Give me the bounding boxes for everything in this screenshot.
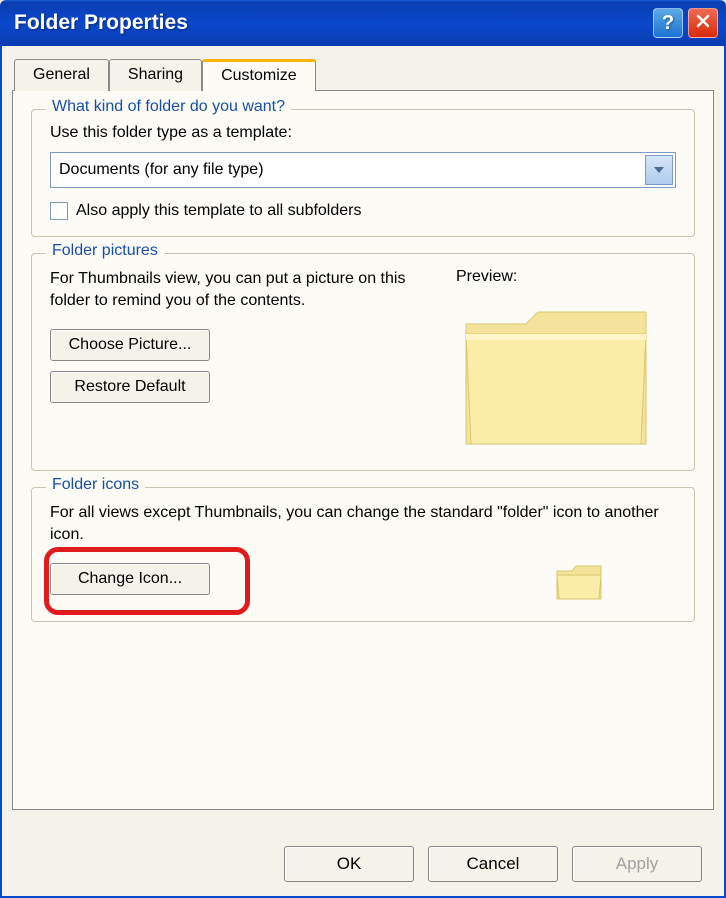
subfolders-checkbox-label: Also apply this template to all subfolde… — [76, 202, 361, 220]
subfolders-checkbox-row: Also apply this template to all subfolde… — [50, 202, 676, 220]
footer-buttons: OK Cancel Apply — [284, 846, 702, 882]
help-button[interactable]: ? — [653, 8, 683, 38]
template-label: Use this folder type as a template: — [50, 124, 676, 142]
folder-small-icon — [554, 561, 604, 603]
choose-picture-button[interactable]: Choose Picture... — [50, 329, 210, 361]
group-folder-type-legend: What kind of folder do you want? — [46, 98, 291, 116]
group-folder-type: What kind of folder do you want? Use thi… — [31, 109, 695, 237]
folder-preview-icon — [456, 294, 656, 454]
tab-strip: General Sharing Customize — [14, 58, 714, 90]
restore-default-button[interactable]: Restore Default — [50, 371, 210, 403]
subfolders-checkbox[interactable] — [50, 202, 68, 220]
group-folder-icons: Folder icons For all views except Thumbn… — [31, 487, 695, 622]
preview-label: Preview: — [456, 268, 676, 286]
dialog-body: General Sharing Customize What kind of f… — [0, 46, 726, 898]
pictures-description: For Thumbnails view, you can put a pictu… — [50, 268, 436, 311]
tab-general[interactable]: General — [14, 59, 109, 91]
tab-customize[interactable]: Customize — [202, 59, 316, 91]
help-icon: ? — [662, 12, 674, 35]
group-icons-legend: Folder icons — [46, 476, 145, 494]
group-folder-pictures: Folder pictures For Thumbnails view, you… — [31, 253, 695, 471]
cancel-button[interactable]: Cancel — [428, 846, 558, 882]
ok-button[interactable]: OK — [284, 846, 414, 882]
change-icon-button[interactable]: Change Icon... — [50, 563, 210, 595]
group-pictures-legend: Folder pictures — [46, 242, 164, 260]
tab-sharing[interactable]: Sharing — [109, 59, 202, 91]
titlebar-buttons: ? — [653, 8, 718, 38]
window-title: Folder Properties — [14, 11, 653, 35]
template-dropdown[interactable]: Documents (for any file type) — [50, 152, 676, 188]
template-selected: Documents (for any file type) — [59, 161, 264, 179]
close-button[interactable] — [688, 8, 718, 38]
tab-panel-customize: What kind of folder do you want? Use thi… — [12, 90, 714, 810]
chevron-down-icon[interactable] — [645, 155, 673, 185]
titlebar: Folder Properties ? — [0, 0, 726, 46]
icons-description: For all views except Thumbnails, you can… — [50, 502, 676, 545]
apply-button[interactable]: Apply — [572, 846, 702, 882]
close-icon — [695, 12, 711, 35]
